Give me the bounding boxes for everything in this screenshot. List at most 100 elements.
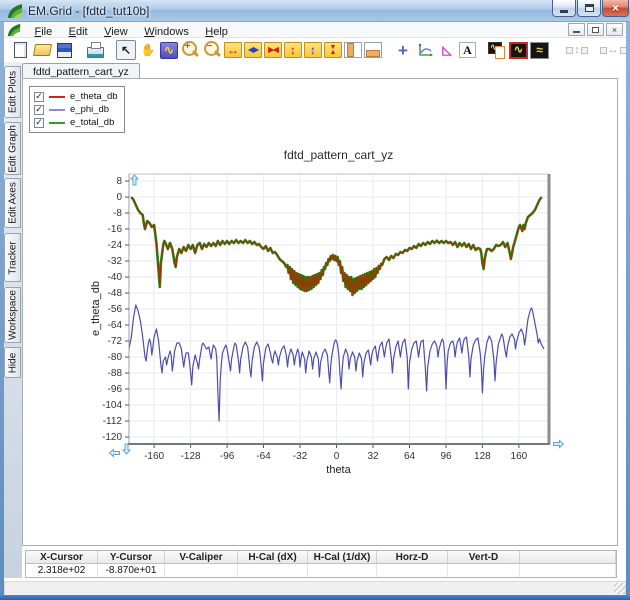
menu-file[interactable]: File (28, 25, 58, 39)
pan-left-arrow[interactable] (110, 450, 120, 457)
svg-text:-96: -96 (220, 451, 235, 462)
sidebar-tab-hide[interactable]: Hide (4, 347, 21, 378)
svg-text:-8: -8 (113, 208, 122, 219)
svg-text:-72: -72 (108, 336, 123, 347)
toolbar: ↖✋∿+−↔◀▶▶◀↕↕▼▲+◺A∿∿≈↕↔Layout (4, 38, 626, 62)
new-graph-window-icon[interactable]: ∿ (509, 42, 528, 59)
window-frame-right (626, 22, 630, 600)
close-button[interactable]: × (602, 0, 629, 17)
maximize-icon (585, 4, 594, 12)
svg-text:-160: -160 (144, 451, 164, 462)
svg-text:-104: -104 (102, 400, 122, 411)
cursor-readout-table: X-CursorY-CursorV-CaliperH-Cal (dX)H-Cal… (25, 550, 617, 578)
mdi-close-icon: × (612, 25, 617, 35)
app-menu-icon[interactable] (7, 23, 21, 37)
status-bar (4, 581, 626, 596)
sidebar-tab-tracker[interactable]: Tracker (4, 233, 21, 282)
window-frame-left (0, 22, 4, 600)
split-horizontal-icon[interactable] (364, 42, 382, 58)
fit-x-axis-icon[interactable]: ▶◀ (264, 42, 282, 58)
open-folder-icon[interactable] (32, 40, 52, 60)
mdi-close-button[interactable]: × (606, 23, 623, 36)
svg-text:-32: -32 (108, 256, 123, 267)
cursor-col-header: H-Cal (dX) (238, 551, 308, 564)
zoom-in-icon[interactable]: + (180, 40, 200, 60)
mdi-restore-button[interactable] (587, 23, 604, 36)
menu-help[interactable]: Help (199, 25, 234, 39)
select-tool-icon[interactable]: ↖ (116, 40, 136, 60)
menu-edit[interactable]: Edit (63, 25, 94, 39)
overlay-graphs-icon[interactable]: ≈ (530, 42, 549, 59)
chart-plot-area[interactable]: -160-128-96-64-32032649612816080-8-16-24… (87, 146, 567, 476)
print-icon[interactable] (85, 40, 105, 60)
mdi-minimize-button[interactable] (568, 23, 585, 36)
mdi-minimize-icon (573, 31, 580, 33)
copy-graph-icon[interactable]: ∿ (487, 40, 507, 60)
pan-down-arrow[interactable] (123, 444, 130, 454)
axes-tool-icon[interactable] (415, 40, 435, 60)
cursor-value (377, 564, 448, 577)
menu-windows[interactable]: Windows (138, 25, 195, 39)
legend-checkbox-e_phi_db[interactable]: ✓ (34, 105, 44, 115)
app-logo-icon (7, 3, 23, 19)
cursor-value (238, 564, 308, 577)
legend-label: e_phi_db (70, 104, 109, 115)
text-tool-icon[interactable]: A (459, 42, 476, 58)
expand-y-axis-icon[interactable]: ↕ (284, 42, 302, 58)
svg-text:128: 128 (474, 451, 491, 462)
cursor-col-header: Vert-D (448, 551, 520, 564)
shrink-x-axis-icon[interactable]: ◀▶ (244, 42, 262, 58)
angle-tool-icon[interactable]: ◺ (437, 40, 457, 60)
legend-swatch-e_theta_db (49, 96, 65, 98)
split-vertical-icon[interactable] (344, 42, 362, 58)
crosshair-tool-icon[interactable]: + (393, 40, 413, 60)
expand-x-axis-icon[interactable]: ↔ (224, 42, 242, 58)
cursor-col-header: Y-Cursor (98, 551, 165, 564)
svg-text:-64: -64 (256, 451, 271, 462)
mdi-window-controls: × (568, 23, 623, 36)
fit-y-axis-icon[interactable]: ▼▲ (324, 42, 342, 58)
svg-text:-16: -16 (108, 224, 123, 235)
legend: ✓e_theta_db✓e_phi_db✓e_total_db (29, 86, 125, 133)
sidebar-tab-workspace[interactable]: Workspace (4, 287, 21, 343)
cursor-value (165, 564, 238, 577)
zoom-out-icon[interactable]: − (202, 40, 222, 60)
chart-title: fdtd_pattern_cart_yz (284, 148, 393, 162)
svg-text:32: 32 (367, 451, 379, 462)
svg-text:-88: -88 (108, 368, 123, 379)
maximize-button[interactable] (577, 0, 601, 17)
legend-checkbox-e_total_db[interactable]: ✓ (34, 118, 44, 128)
cursor-col-header (520, 551, 616, 564)
pan-tool-icon[interactable]: ✋ (138, 40, 158, 60)
resize-grip[interactable] (614, 583, 625, 594)
menu-bar: File Edit View Windows Help × (4, 22, 626, 38)
legend-swatch-e_total_db (49, 122, 65, 124)
mdi-restore-icon (592, 27, 599, 33)
shrink-y-axis-icon[interactable]: ↕ (304, 42, 322, 58)
minimize-button[interactable] (552, 0, 576, 17)
window-frame-bottom (0, 595, 630, 600)
svg-text:-96: -96 (108, 384, 123, 395)
sidebar-tab-edit-plots[interactable]: Edit Plots (4, 66, 21, 118)
legend-checkbox-e_theta_db[interactable]: ✓ (34, 92, 44, 102)
sidebar-tab-edit-graph[interactable]: Edit Graph (4, 122, 21, 175)
svg-text:-120: -120 (102, 432, 122, 443)
sidebar-tab-edit-axes[interactable]: Edit Axes (4, 178, 21, 228)
svg-text:-80: -80 (108, 352, 123, 363)
zoom-region-tool-icon[interactable]: ∿ (160, 42, 178, 59)
cursor-col-header: Horz-D (377, 551, 448, 564)
cursor-col-header: V-Caliper (165, 551, 238, 564)
svg-text:-32: -32 (293, 451, 308, 462)
cursor-col-header: X-Cursor (26, 551, 98, 564)
svg-text:-40: -40 (108, 272, 123, 283)
title-bar[interactable]: EM.Grid - [fdtd_tut10b] × (0, 0, 630, 22)
equalize-widths-icon: ↔ (596, 40, 626, 60)
svg-text:160: 160 (511, 451, 528, 462)
pan-up-arrow[interactable] (131, 175, 138, 185)
app-window: EM.Grid - [fdtd_tut10b] × File Edit View… (0, 0, 630, 600)
svg-text:96: 96 (440, 451, 452, 462)
pan-right-arrow[interactable] (554, 441, 564, 448)
menu-view[interactable]: View (98, 25, 134, 39)
new-document-icon[interactable] (10, 40, 30, 60)
save-icon[interactable] (54, 40, 74, 60)
